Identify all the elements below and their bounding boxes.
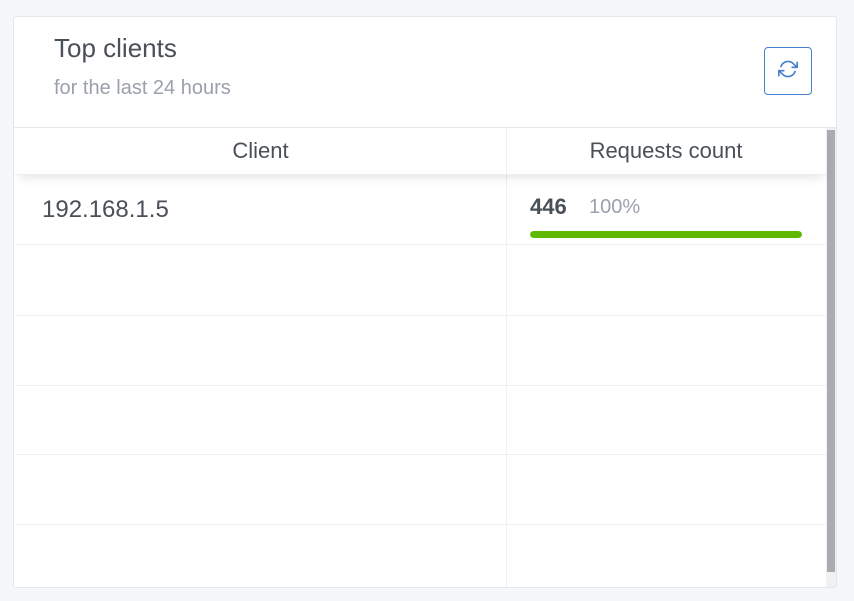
requests-cell [506, 245, 826, 315]
client-cell [15, 454, 507, 524]
refresh-button[interactable] [764, 47, 812, 95]
table-row [15, 384, 826, 455]
request-progress-fill [530, 231, 802, 238]
client-cell [15, 384, 507, 454]
requests-cell [506, 454, 826, 524]
client-ip: 192.168.1.5 [42, 196, 169, 223]
table-row: 192.168.1.5 446 100% [15, 174, 826, 245]
request-percent: 100% [589, 196, 641, 218]
requests-cell: 446 100% [506, 174, 826, 244]
client-cell [15, 245, 507, 315]
request-count: 446 [530, 194, 567, 219]
scrollbar-thumb[interactable] [827, 130, 835, 572]
request-progress-bar [530, 231, 802, 238]
top-clients-card: Top clients for the last 24 hours Client… [13, 16, 837, 588]
refresh-icon [778, 59, 798, 84]
client-cell [15, 315, 507, 385]
table-row [15, 245, 826, 316]
column-header-client[interactable]: Client [15, 128, 507, 174]
requests-cell [506, 384, 826, 454]
client-cell: 192.168.1.5 [15, 174, 507, 244]
clients-table: Client Requests count 192.168.1.5 446 10… [15, 128, 836, 587]
vertical-scrollbar[interactable] [826, 128, 836, 587]
client-cell [15, 524, 507, 587]
table-header: Client Requests count [15, 128, 826, 175]
card-header: Top clients for the last 24 hours [14, 17, 836, 128]
card-subtitle: for the last 24 hours [54, 77, 231, 99]
requests-cell [506, 315, 826, 385]
column-header-requests-count[interactable]: Requests count [506, 128, 826, 174]
table-row [15, 454, 826, 525]
card-title: Top clients [54, 33, 177, 63]
requests-cell [506, 524, 826, 587]
table-row [15, 315, 826, 386]
table-row [15, 524, 826, 587]
